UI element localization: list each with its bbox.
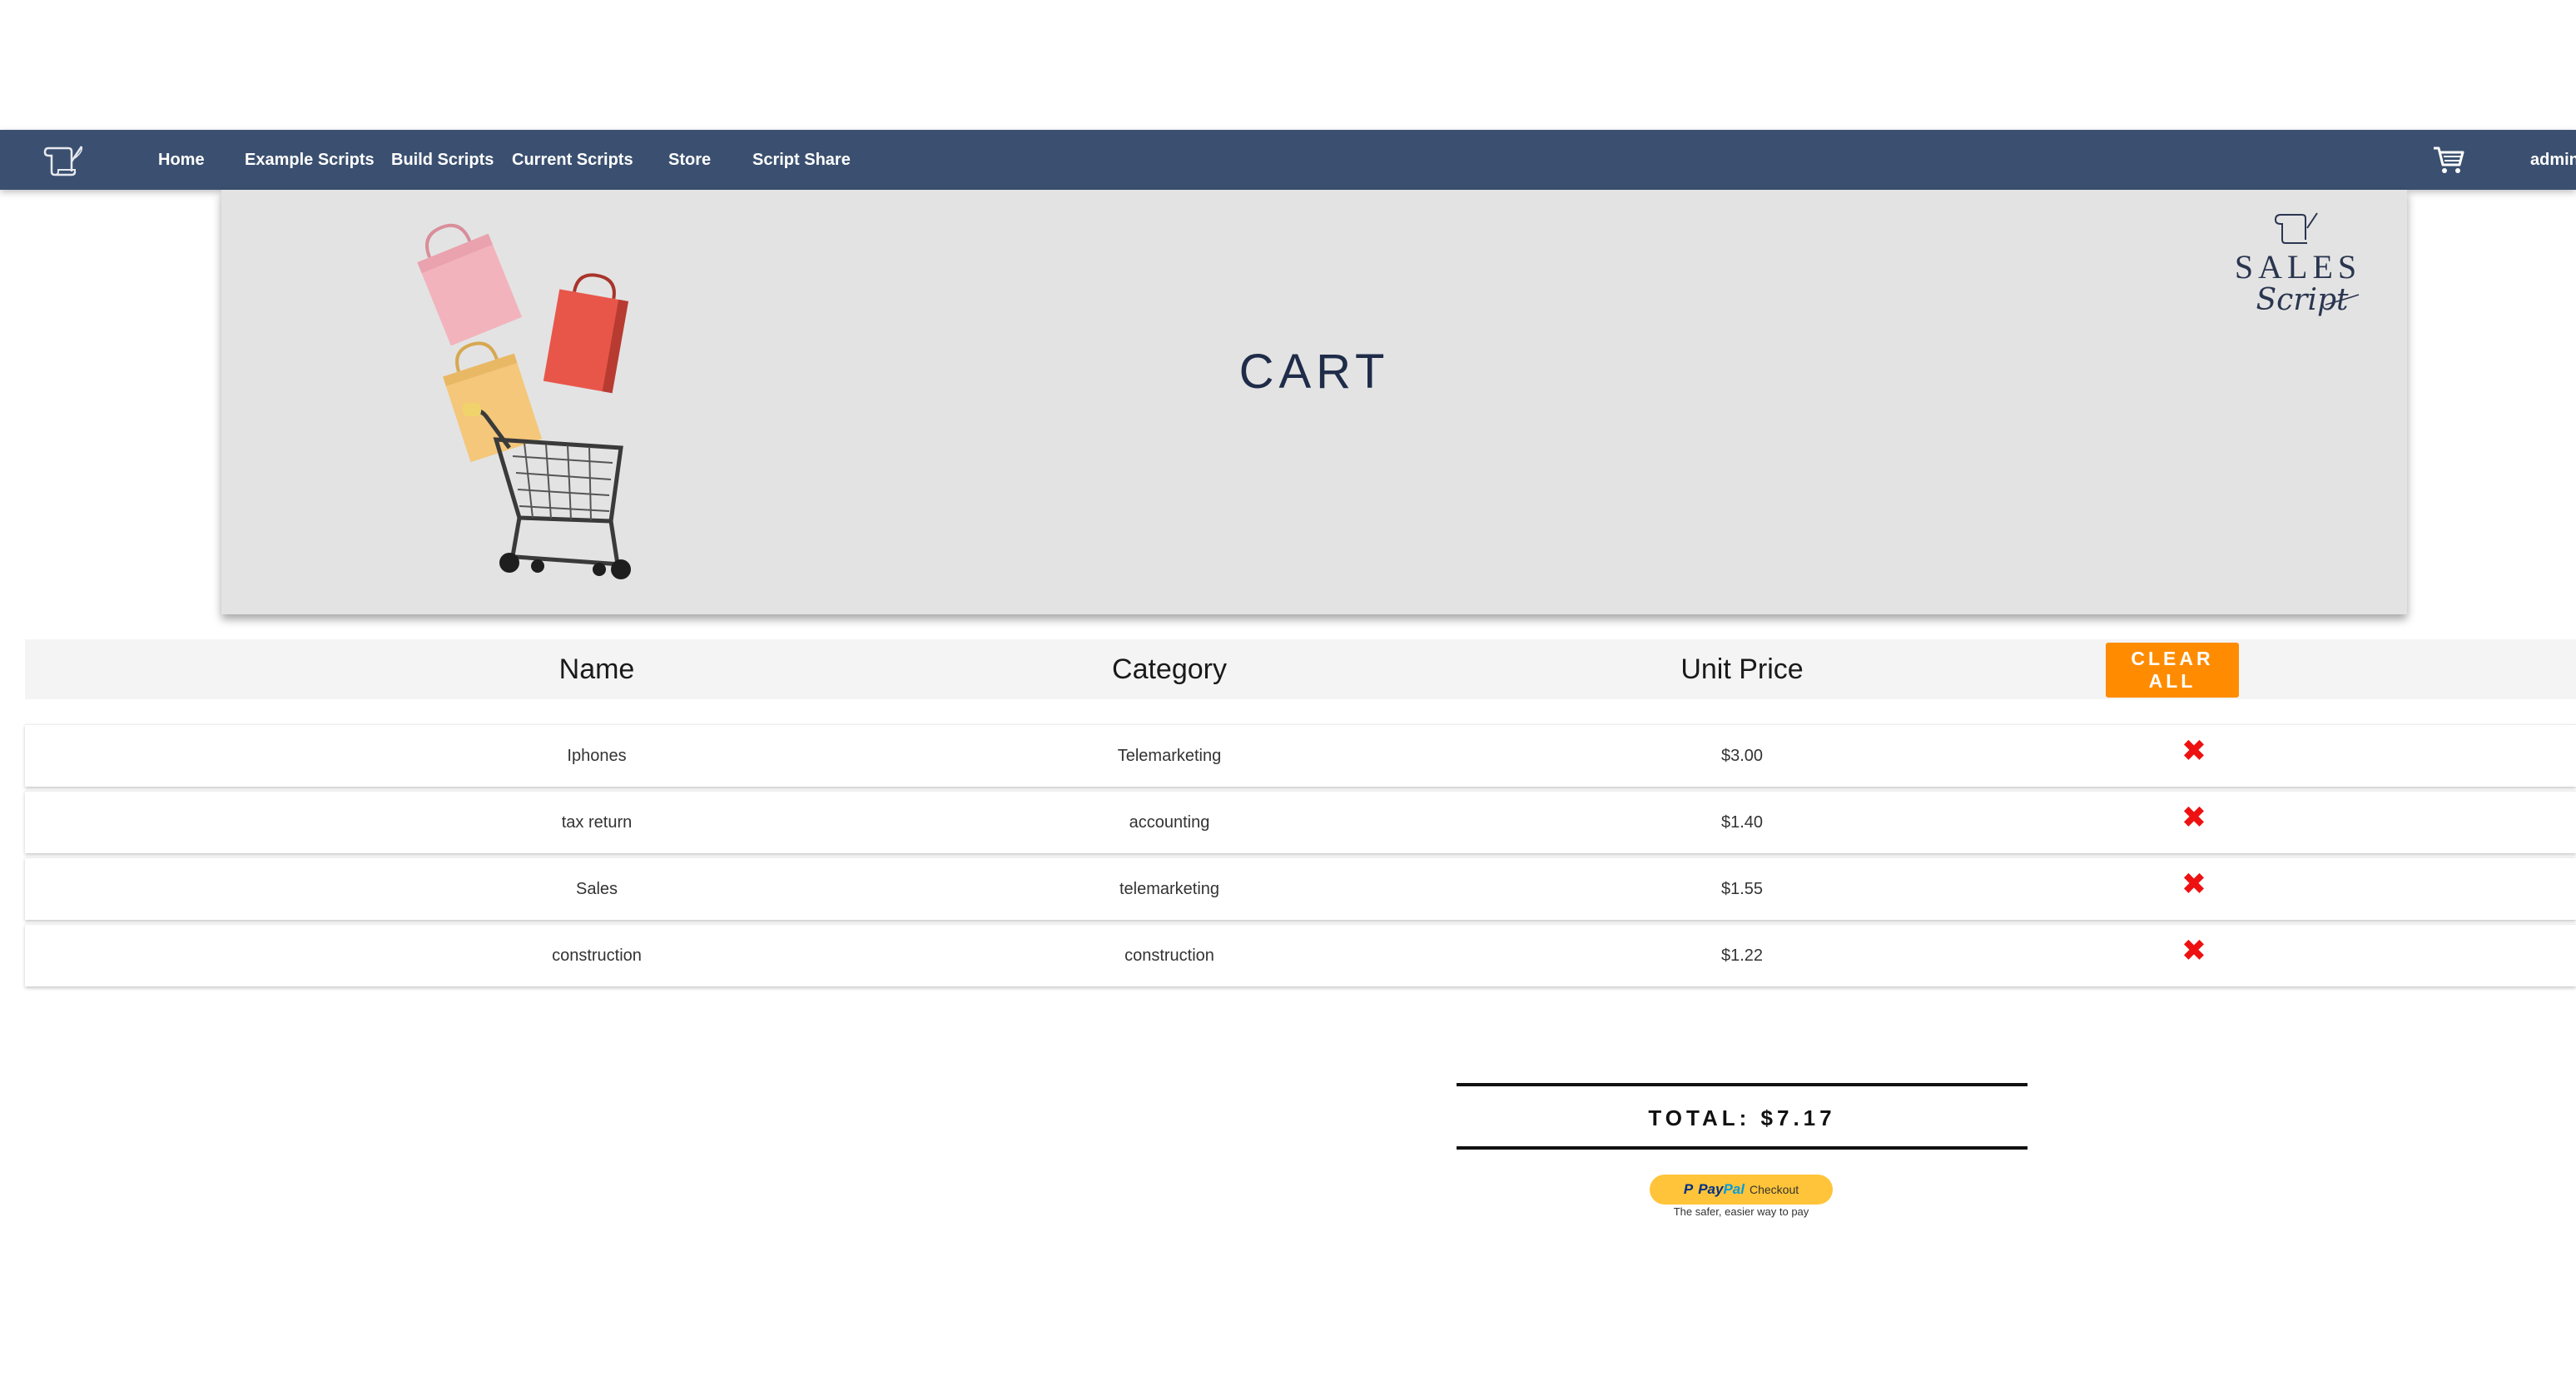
table-row: Iphones Telemarketing $3.00 ✖ — [25, 724, 2576, 787]
cell-name: construction — [552, 946, 642, 965]
paypal-tagline: The safer, easier way to pay — [1673, 1205, 1809, 1218]
shopping-cart-icon[interactable] — [2432, 145, 2465, 175]
cell-name: Sales — [575, 880, 618, 898]
paypal-checkout-label: Checkout — [1749, 1183, 1799, 1196]
nav-script-share[interactable]: Script Share — [752, 130, 851, 190]
cell-category: Telemarketing — [1117, 747, 1222, 765]
paypal-wordmark-pal: Pal — [1723, 1181, 1745, 1197]
cell-unit-price: $1.22 — [1720, 946, 1764, 965]
nav-build-scripts[interactable]: Build Scripts — [391, 130, 494, 190]
scroll-quill-icon[interactable] — [42, 142, 85, 178]
paypal-wordmark-pay: Pay — [1698, 1181, 1724, 1197]
cart-banner: CART SALES Script — [221, 190, 2407, 614]
remove-item-icon[interactable]: ✖ — [2169, 868, 2219, 902]
paypal-logo-icon: P — [1683, 1181, 1694, 1197]
brand-script: Script — [2256, 283, 2349, 317]
remove-item-icon[interactable]: ✖ — [2169, 935, 2219, 968]
nav-example-scripts[interactable]: Example Scripts — [245, 130, 375, 190]
total-bottom-divider — [1457, 1146, 2028, 1150]
cell-category: construction — [1124, 946, 1214, 965]
header-category: Category — [1112, 653, 1227, 685]
remove-item-icon[interactable]: ✖ — [2169, 735, 2219, 768]
cell-unit-price: $1.40 — [1720, 813, 1764, 832]
sales-script-logo: SALES Script — [2235, 212, 2361, 317]
remove-item-icon[interactable]: ✖ — [2169, 802, 2219, 835]
cell-category: accounting — [1129, 813, 1210, 832]
table-row: construction construction $1.22 ✖ — [25, 924, 2576, 986]
header-unit-price: Unit Price — [1680, 653, 1804, 685]
top-navbar: Home Example Scripts Build Scripts Curre… — [0, 130, 2576, 190]
total-top-divider — [1457, 1083, 2028, 1086]
cell-category: telemarketing — [1119, 880, 1220, 898]
nav-current-scripts[interactable]: Current Scripts — [512, 130, 633, 190]
cell-unit-price: $3.00 — [1720, 747, 1764, 765]
cell-name: Iphones — [567, 747, 627, 765]
cart-total: TOTAL: $7.17 — [1648, 1105, 1836, 1130]
nav-user-admin[interactable]: admin — [2530, 130, 2576, 190]
shopping-bags-cart-illustration — [417, 223, 631, 579]
brand-word: SALES — [2235, 248, 2361, 286]
cell-name: tax return — [561, 813, 633, 832]
header-name: Name — [558, 653, 635, 685]
paypal-checkout-button[interactable]: P PayPal Checkout — [1650, 1175, 1833, 1205]
nav-home[interactable]: Home — [158, 130, 205, 190]
table-row: tax return accounting $1.40 ✖ — [25, 791, 2576, 853]
table-row: Sales telemarketing $1.55 ✖ — [25, 857, 2576, 920]
page-title: CART — [1238, 345, 1390, 399]
paypal-wordmark: PayPal — [1698, 1181, 1745, 1198]
clear-all-button[interactable]: CLEAR ALL — [2106, 643, 2239, 698]
cell-unit-price: $1.55 — [1720, 880, 1764, 898]
nav-store[interactable]: Store — [668, 130, 711, 190]
